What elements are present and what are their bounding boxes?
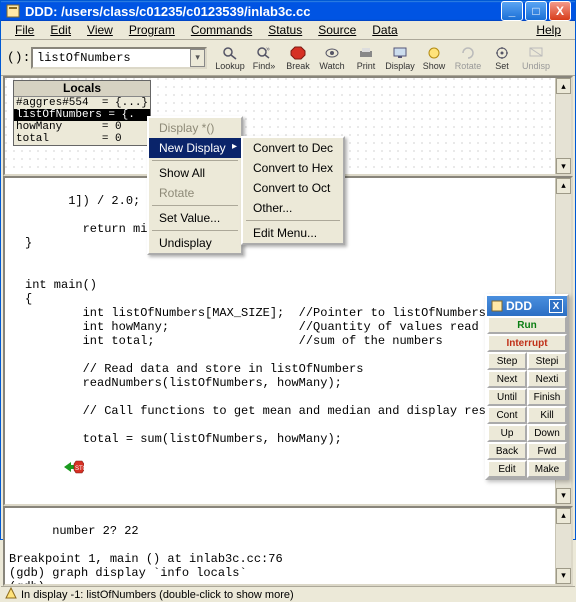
context-submenu: Convert to Dec Convert to Hex Convert to…: [241, 136, 345, 245]
console-pane[interactable]: number 2? 22 Breakpoint 1, main () at in…: [3, 506, 573, 586]
scroll-up-button[interactable]: ▴: [556, 178, 571, 194]
down-button[interactable]: Down: [527, 424, 567, 442]
menu-file[interactable]: File: [7, 21, 42, 39]
rotate-button[interactable]: Rotate: [451, 42, 485, 74]
edit-button[interactable]: Edit: [487, 460, 527, 478]
console-text: number 2? 22 Breakpoint 1, main () at in…: [9, 524, 283, 586]
finish-button[interactable]: Finish: [527, 388, 567, 406]
menu-program[interactable]: Program: [121, 21, 183, 39]
context-menu: Display *() New Display▸ Show All Rotate…: [147, 116, 243, 255]
status-text: In display -1: listOfNumbers (double-cli…: [21, 589, 294, 601]
cont-button[interactable]: Cont: [487, 406, 527, 424]
locals-row[interactable]: howMany = 0: [14, 121, 150, 133]
maximize-button[interactable]: □: [525, 1, 547, 21]
menu-separator: [152, 205, 238, 206]
toolbar-buttons: Lookup »Find» Break Watch Print Display …: [213, 42, 553, 74]
close-button[interactable]: X: [549, 1, 571, 21]
datapane-scrollbar[interactable]: ▴ ▾: [555, 78, 571, 174]
up-button[interactable]: Up: [487, 424, 527, 442]
menu-separator: [246, 220, 340, 221]
display-button[interactable]: Display: [383, 42, 417, 74]
menu-convert-oct[interactable]: Convert to Oct: [243, 178, 343, 198]
until-button[interactable]: Until: [487, 388, 527, 406]
locals-row[interactable]: #aggres#554 = {...}: [14, 97, 150, 109]
app-icon: [5, 3, 21, 19]
stepi-button[interactable]: Stepi: [527, 352, 567, 370]
menu-new-display[interactable]: New Display▸: [149, 138, 241, 158]
arg-combo[interactable]: ▾: [31, 47, 207, 69]
ddd-icon: [491, 300, 503, 312]
fwd-button[interactable]: Fwd: [527, 442, 567, 460]
make-button[interactable]: Make: [527, 460, 567, 478]
undisp-button[interactable]: Undisp: [519, 42, 553, 74]
locals-box[interactable]: Locals #aggres#554 = {...} listOfNumbers…: [13, 80, 151, 146]
show-button[interactable]: Show: [417, 42, 451, 74]
command-panel[interactable]: DDD X Run Interrupt StepStepi NextNexti …: [485, 294, 569, 480]
status-icon: [5, 587, 17, 602]
run-button[interactable]: Run: [487, 316, 567, 334]
scroll-down-button[interactable]: ▾: [556, 488, 571, 504]
menu-separator: [152, 160, 238, 161]
menu-help[interactable]: Help: [528, 21, 569, 39]
breakpoint-marker-icon[interactable]: STOP: [6, 446, 84, 492]
menu-display-deref[interactable]: Display *(): [149, 118, 241, 138]
set-button[interactable]: Set: [485, 42, 519, 74]
interrupt-button[interactable]: Interrupt: [487, 334, 567, 352]
command-panel-close-button[interactable]: X: [549, 299, 563, 313]
scroll-up-button[interactable]: ▴: [556, 508, 571, 524]
menu-edit-menu[interactable]: Edit Menu...: [243, 223, 343, 243]
menubar: File Edit View Program Commands Status S…: [1, 21, 575, 40]
menu-data[interactable]: Data: [364, 21, 405, 39]
watch-button[interactable]: Watch: [315, 42, 349, 74]
menu-set-value[interactable]: Set Value...: [149, 208, 241, 228]
menu-undisplay[interactable]: Undisplay: [149, 233, 241, 253]
window-title: DDD: /users/class/c01235/c0123539/inlab3…: [25, 4, 501, 19]
print-button[interactable]: Print: [349, 42, 383, 74]
scroll-down-button[interactable]: ▾: [556, 158, 571, 174]
titlebar[interactable]: DDD: /users/class/c01235/c0123539/inlab3…: [1, 1, 575, 21]
command-panel-title: DDD: [506, 299, 532, 313]
nexti-button[interactable]: Nexti: [527, 370, 567, 388]
kill-button[interactable]: Kill: [527, 406, 567, 424]
scroll-up-button[interactable]: ▴: [556, 78, 571, 94]
menu-separator: [152, 230, 238, 231]
arg-label: ():: [7, 50, 31, 65]
menu-status[interactable]: Status: [260, 21, 310, 39]
lookup-button[interactable]: Lookup: [213, 42, 247, 74]
menu-rotate[interactable]: Rotate: [149, 183, 241, 203]
command-panel-header[interactable]: DDD X: [487, 296, 567, 316]
locals-row[interactable]: total = 0: [14, 133, 150, 145]
locals-row-selected[interactable]: listOfNumbers = {.: [14, 109, 150, 121]
toolbar: (): ▾ Lookup »Find» Break Watch Print Di…: [1, 40, 575, 76]
menu-edit[interactable]: Edit: [42, 21, 79, 39]
next-button[interactable]: Next: [487, 370, 527, 388]
app-window: DDD: /users/class/c01235/c0123539/inlab3…: [0, 0, 576, 540]
submenu-arrow-icon: ▸: [232, 141, 237, 152]
arg-dropdown-button[interactable]: ▾: [190, 49, 205, 67]
content-area: Locals #aggres#554 = {...} listOfNumbers…: [1, 76, 575, 586]
arg-input[interactable]: [33, 51, 190, 65]
menu-convert-dec[interactable]: Convert to Dec: [243, 138, 343, 158]
svg-text:»: »: [266, 46, 270, 53]
window-buttons: _ □ X: [501, 1, 571, 21]
menu-convert-hex[interactable]: Convert to Hex: [243, 158, 343, 178]
back-button[interactable]: Back: [487, 442, 527, 460]
menu-other[interactable]: Other...: [243, 198, 343, 218]
minimize-button[interactable]: _: [501, 1, 523, 21]
menu-source[interactable]: Source: [310, 21, 364, 39]
svg-text:STOP: STOP: [75, 466, 84, 472]
locals-header: Locals: [14, 81, 150, 97]
step-button[interactable]: Step: [487, 352, 527, 370]
statusbar: In display -1: listOfNumbers (double-cli…: [1, 586, 575, 602]
scroll-down-button[interactable]: ▾: [556, 568, 571, 584]
menu-view[interactable]: View: [79, 21, 121, 39]
break-button[interactable]: Break: [281, 42, 315, 74]
menu-show-all[interactable]: Show All: [149, 163, 241, 183]
find-button[interactable]: »Find»: [247, 42, 281, 74]
console-scrollbar[interactable]: ▴ ▾: [555, 508, 571, 584]
menu-commands[interactable]: Commands: [183, 21, 260, 39]
